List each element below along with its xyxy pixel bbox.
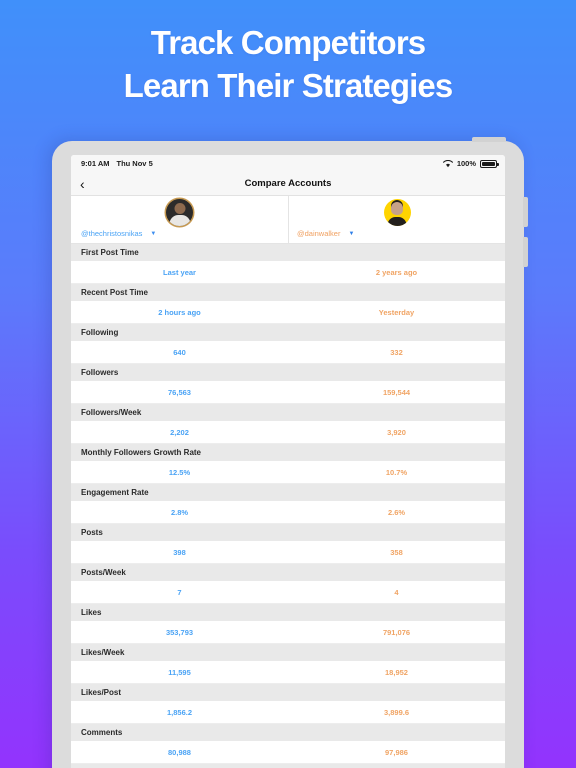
metric-label: Followers	[71, 364, 505, 381]
account-handle-right: @dainwalker	[297, 229, 341, 238]
wifi-icon	[442, 159, 453, 168]
metric-value-right: 358	[390, 547, 403, 557]
metric-label: Posts/Week	[71, 564, 505, 581]
promo-line-2: Learn Their Strategies	[123, 66, 454, 104]
metric-value-right: 4	[394, 587, 399, 597]
status-bar: 9:01 AM Thu Nov 5 100%	[71, 155, 505, 172]
volume-down-button[interactable]	[523, 237, 528, 267]
account-column-left[interactable]: @thechristosnikas ▼	[71, 196, 288, 243]
metric-label: Likes	[71, 604, 505, 621]
metric-row[interactable]: 353,793 791,076	[71, 621, 505, 644]
promo-headline: Track Competitors Learn Their Strategies	[0, 22, 576, 108]
device-screen: 9:01 AM Thu Nov 5 100% ‹ Compare Account…	[71, 155, 505, 768]
metric-label: Comments	[71, 724, 505, 741]
metric-value-left: 11,595	[168, 667, 191, 677]
metric-value-right: 332	[390, 347, 403, 357]
metric-value-left: 76,563	[168, 387, 191, 397]
metric-label: Monthly Followers Growth Rate	[71, 444, 505, 461]
metric-value-left: 12.5%	[168, 467, 191, 477]
metric-value-left: 1,856.2	[166, 707, 193, 717]
chevron-left-icon[interactable]: ‹	[80, 177, 85, 191]
metric-value-left: 640	[173, 347, 186, 357]
metric-row[interactable]: 76,563 159,544	[71, 381, 505, 404]
metric-row[interactable]: 2,202 3,920	[71, 421, 505, 444]
metric-row[interactable]: 11,595 18,952	[71, 661, 505, 684]
navigation-bar: ‹ Compare Accounts	[71, 172, 505, 196]
metrics-list[interactable]: First Post Time Last year 2 years ago Recen…	[71, 244, 505, 768]
metric-value-right: 3,920	[387, 427, 406, 437]
metric-value-right: 2.6%	[387, 507, 406, 517]
account-selector-right[interactable]: @dainwalker ▼	[297, 229, 354, 238]
chevron-down-icon[interactable]: ▼	[150, 231, 156, 237]
avatar-left	[166, 199, 193, 226]
metric-value-right: 97,986	[385, 747, 408, 757]
metric-label: First Post Time	[71, 244, 505, 261]
metric-value-left: 2.8%	[170, 507, 189, 517]
metric-value-left: 80,988	[168, 747, 191, 757]
account-comparison-header: @thechristosnikas ▼ @dainwalker ▼	[71, 196, 505, 244]
metric-label: Followers/Week	[71, 404, 505, 421]
account-column-right[interactable]: @dainwalker ▼	[288, 196, 505, 243]
metric-value-right: Yesterday	[378, 307, 415, 317]
metric-row[interactable]: Last year 2 years ago	[71, 261, 505, 284]
metric-row[interactable]: 80,988 97,986	[71, 741, 505, 764]
status-time: 9:01 AM	[81, 159, 110, 168]
metric-row[interactable]: 74	[71, 581, 505, 604]
page-title: Compare Accounts	[244, 178, 332, 189]
metric-row[interactable]: 12.5% 10.7%	[71, 461, 505, 484]
chevron-down-icon[interactable]: ▼	[348, 231, 354, 237]
power-button[interactable]	[472, 137, 506, 142]
metric-value-right: 2 years ago	[375, 267, 418, 277]
metric-value-left: 2,202	[170, 427, 189, 437]
battery-full-icon	[480, 159, 499, 168]
metric-row[interactable]: 1,856.2 3,899.6	[71, 701, 505, 724]
metric-label: Recent Post Time	[71, 284, 505, 301]
metric-value-right: 159,544	[382, 387, 411, 397]
account-selector-left[interactable]: @thechristosnikas ▼	[81, 229, 156, 238]
volume-up-button[interactable]	[523, 197, 528, 227]
metric-value-right: 10.7%	[385, 467, 408, 477]
metric-value-left: 2 hours ago	[158, 307, 201, 317]
metric-value-left: Last year	[163, 267, 196, 277]
metric-value-right: 18,952	[385, 667, 408, 677]
metric-value-right: 3,899.6	[383, 707, 410, 717]
metric-label: Likes/Week	[71, 644, 505, 661]
metric-value-left: 398	[173, 547, 186, 557]
metric-value-left: 7	[177, 587, 182, 597]
metric-label: Engagement Rate	[71, 484, 505, 501]
metric-label: Posts	[71, 524, 505, 541]
metric-row[interactable]: 398 358	[71, 541, 505, 564]
metric-row[interactable]: 2.8% 2.6%	[71, 501, 505, 524]
metric-row[interactable]: 640 332	[71, 341, 505, 364]
battery-percent-label: 100%	[456, 159, 476, 168]
status-date: Thu Nov 5	[116, 159, 153, 168]
promo-line-1: Track Competitors	[150, 24, 426, 61]
metric-row[interactable]: 2 hours ago Yesterday	[71, 301, 505, 324]
metric-value-right: 791,076	[382, 627, 411, 637]
metric-value-left: 353,793	[165, 627, 194, 637]
tablet-device-frame: 9:01 AM Thu Nov 5 100% ‹ Compare Account…	[52, 137, 528, 768]
account-handle-left: @thechristosnikas	[81, 229, 143, 238]
avatar-right	[383, 199, 411, 226]
metric-label: Comments/Week	[71, 764, 505, 768]
metric-label: Following	[71, 324, 505, 341]
metric-label: Likes/Post	[71, 684, 505, 701]
